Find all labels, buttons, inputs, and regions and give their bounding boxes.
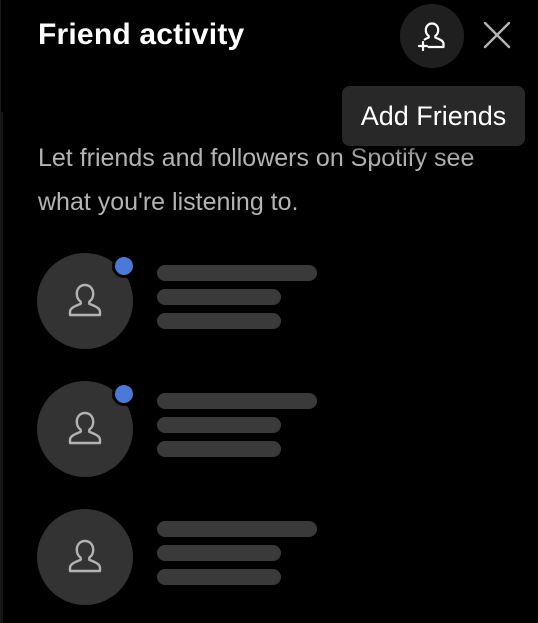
friend-activity-panel: Friend activity Add Friends Let friends …: [0, 0, 538, 623]
friend-placeholder-row: [37, 509, 497, 605]
placeholder-bar: [157, 545, 281, 561]
panel-divider: [1, 112, 3, 623]
friend-placeholder-row: [37, 381, 497, 477]
person-outline-icon: [68, 283, 102, 317]
placeholder-bar: [157, 417, 281, 433]
intro-text: Let friends and followers on Spotify see…: [38, 144, 475, 216]
close-button[interactable]: [479, 17, 515, 53]
close-icon: [483, 21, 511, 49]
placeholder-bar: [157, 265, 317, 281]
add-friends-button[interactable]: [400, 4, 464, 68]
placeholder-bar: [157, 313, 281, 329]
placeholder-bar: [157, 569, 281, 585]
person-outline-icon: [68, 539, 102, 573]
online-status-dot: [112, 254, 136, 278]
person-plus-icon: [417, 22, 445, 52]
online-status-dot: [112, 382, 136, 406]
placeholder-bar: [157, 289, 281, 305]
friend-placeholder-row: [37, 253, 497, 349]
placeholder-bar: [157, 441, 281, 457]
avatar: [37, 509, 133, 605]
panel-title: Friend activity: [38, 18, 245, 51]
placeholder-bar: [157, 393, 317, 409]
add-friends-tooltip: Add Friends: [342, 86, 525, 146]
person-outline-icon: [68, 411, 102, 445]
placeholder-bar: [157, 521, 317, 537]
